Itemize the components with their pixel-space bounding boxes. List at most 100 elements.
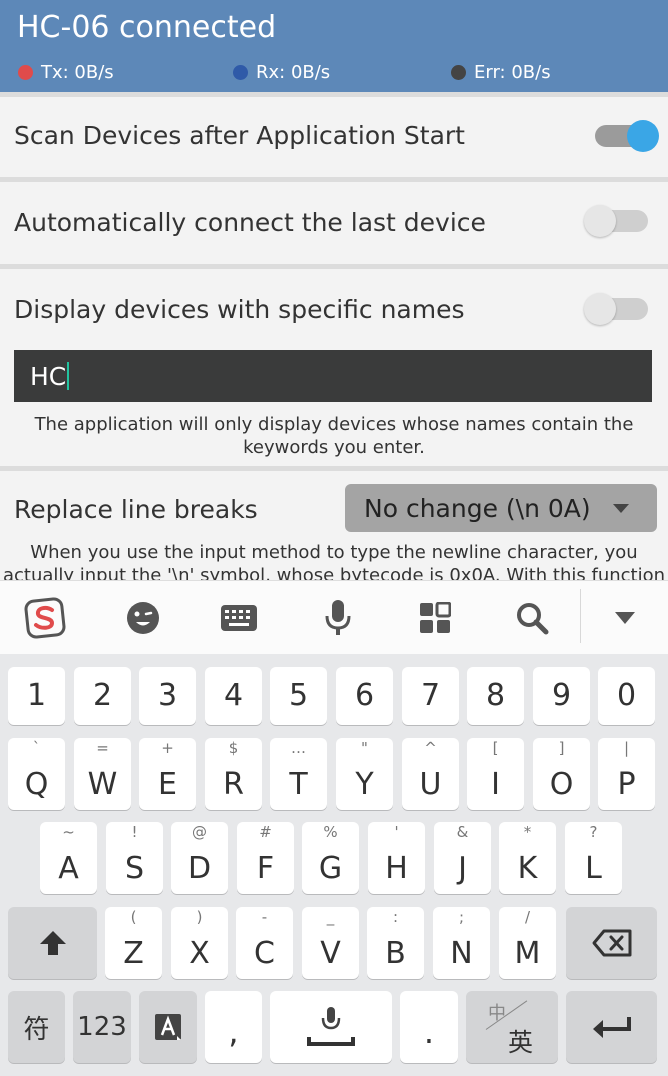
collapse-icon[interactable] [604,597,646,639]
key-secondary-label: ; [458,908,465,926]
tx-dot-icon [18,65,33,80]
keyboard-key[interactable]: / M [499,907,556,979]
linebreak-hint: When you use the input method to type th… [0,541,668,580]
keyboard-key[interactable]: 5 [270,667,327,725]
key-secondary-label: [ [492,739,499,757]
key-label: 9 [551,678,572,713]
key-label: Y [355,767,374,802]
err-stat: Err: 0B/s [451,62,551,83]
keyboard-key[interactable]: # F [237,822,294,894]
key-secondary-label: % [323,823,338,841]
key-label: Q [24,767,49,802]
key-secondary-label: # [259,823,272,841]
keyboard-key[interactable]: * K [499,822,556,894]
dropdown-arrow-icon [613,504,629,513]
keyboard-key[interactable]: ' H [368,822,425,894]
key-secondary-label: | [623,739,630,757]
scan-toggle[interactable] [595,120,659,152]
key-secondary-label: ` [32,739,41,757]
keyboard-key[interactable]: | P [598,738,655,810]
keyboard-key[interactable]: @ D [171,822,228,894]
keyboard-key[interactable]: 1 [8,667,65,725]
key-secondary-label: ! [131,823,138,841]
keyboard-key[interactable]: ! S [106,822,163,894]
space-key[interactable] [270,991,392,1063]
keyboard-key[interactable]: 8 [467,667,524,725]
keyboard-key[interactable]: [I [467,738,524,810]
key-label: A [58,851,79,886]
shift-key[interactable] [8,907,97,979]
microphone-icon[interactable] [317,597,359,639]
apps-grid-icon[interactable] [414,597,456,639]
linebreak-select[interactable]: No change (\n 0A) [345,484,657,532]
keyboard-toolbar [0,580,668,654]
key-secondary-label: ? [589,823,598,841]
device-name-filter-input[interactable]: HC [14,350,652,402]
key-label: S [124,851,145,886]
comma-key[interactable]: , [205,991,262,1063]
lang-key-english: 英 [508,1028,534,1057]
tx-label: Tx: 0B/s [41,62,114,83]
keyboard-key[interactable]: + E [139,738,196,810]
key-label: C [254,936,275,971]
symbols-key[interactable]: 符 [8,991,65,1063]
keyboard-key[interactable]: 3 [139,667,196,725]
keyboard-key[interactable]: ) X [171,907,228,979]
key-label: M [514,936,541,971]
key-label: 7 [420,678,441,713]
enter-icon [592,1017,631,1038]
key-secondary-label: ^ [424,739,437,757]
keyboard-key[interactable]: = W [74,738,131,810]
keyboard-key[interactable]: 7 [402,667,459,725]
keyboard-key[interactable]: 2 [74,667,131,725]
filter-hint: The application will only display device… [0,413,668,459]
key-label: D [187,851,212,886]
keyboard-key[interactable]: ; N [433,907,490,979]
voice-space-icon [307,1007,355,1046]
keyboard-key[interactable]: ` Q [8,738,65,810]
key-label: F [256,851,275,886]
toggle-knob [627,120,659,152]
key-secondary-label: … [291,739,306,757]
autoconnect-toggle[interactable] [584,205,648,237]
keyboard-key[interactable]: 4 [205,667,262,725]
key-secondary-label: / [524,908,531,926]
keyboard-key[interactable]: … T [270,738,327,810]
keyboard-key[interactable]: ~ A [40,822,97,894]
backspace-key[interactable] [566,907,657,979]
filter-toggle[interactable] [584,293,648,325]
keyboard-icon[interactable] [218,597,260,639]
keyboard-key[interactable]: ] O [533,738,590,810]
emoji-icon[interactable] [122,597,164,639]
keyboard-key[interactable]: :B [367,907,424,979]
filter-hint-line: keywords you enter. [243,437,425,458]
key-label: 4 [223,678,244,713]
input-mode-icon [155,1014,181,1040]
keyboard-key[interactable]: 6 [336,667,393,725]
input-mode-key[interactable] [139,991,197,1063]
keyboard-key[interactable]: & J [434,822,491,894]
keyboard-key[interactable]: 9 [533,667,590,725]
search-icon[interactable] [511,597,553,639]
keyboard-key[interactable]: " Y [336,738,393,810]
key-secondary-label: ( [130,908,137,926]
keyboard-key[interactable]: ^ U [402,738,459,810]
keyboard-key[interactable]: 0 [598,667,655,725]
numbers-key[interactable]: 123 [73,991,131,1063]
enter-key[interactable] [566,991,657,1063]
keyboard-key[interactable]: _ V [302,907,359,979]
language-switch-key[interactable]: 中 英 [466,991,558,1063]
key-label: 1 [26,678,47,713]
keyboard-key[interactable]: -C [236,907,293,979]
keyboard-key[interactable]: (Z [105,907,162,979]
toggle-knob [584,293,616,325]
key-label: G [318,851,343,886]
key-label: I [491,767,500,802]
sogou-logo-icon[interactable] [24,597,66,639]
keyboard-key[interactable]: % G [302,822,359,894]
keyboard-key[interactable]: $ R [205,738,262,810]
key-secondary-label: ) [196,908,203,926]
key-label: P [617,767,636,802]
keyboard-key[interactable]: ? L [565,822,622,894]
period-key[interactable]: . [400,991,458,1063]
